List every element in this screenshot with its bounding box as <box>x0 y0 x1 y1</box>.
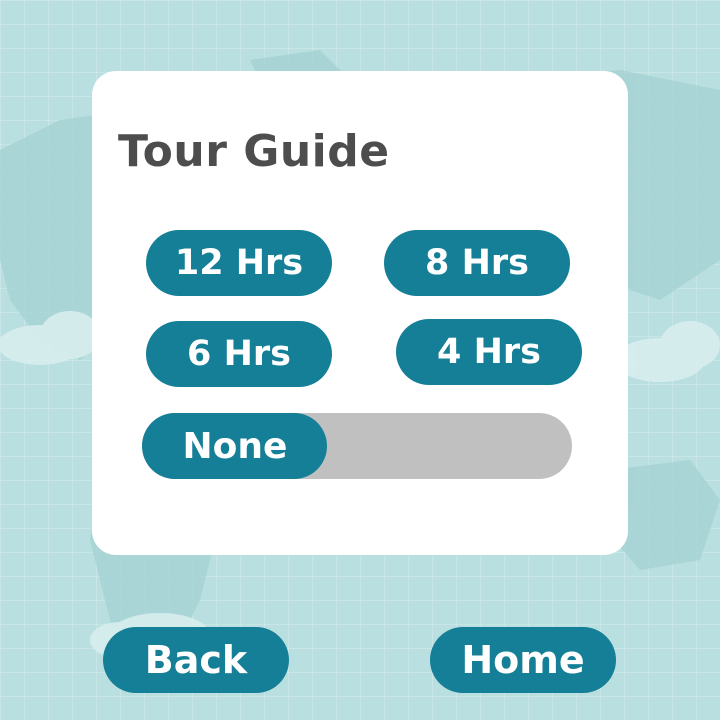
page-title: Tour Guide <box>118 126 390 177</box>
option-6-hrs-button[interactable]: 6 Hrs <box>146 321 332 387</box>
selected-duration-label: None <box>182 425 288 467</box>
home-button[interactable]: Home <box>430 627 616 693</box>
option-12-hrs-button[interactable]: 12 Hrs <box>146 230 332 296</box>
option-4-hrs-button[interactable]: 4 Hrs <box>396 319 582 385</box>
option-8-hrs-button[interactable]: 8 Hrs <box>384 230 570 296</box>
back-button[interactable]: Back <box>103 627 289 693</box>
